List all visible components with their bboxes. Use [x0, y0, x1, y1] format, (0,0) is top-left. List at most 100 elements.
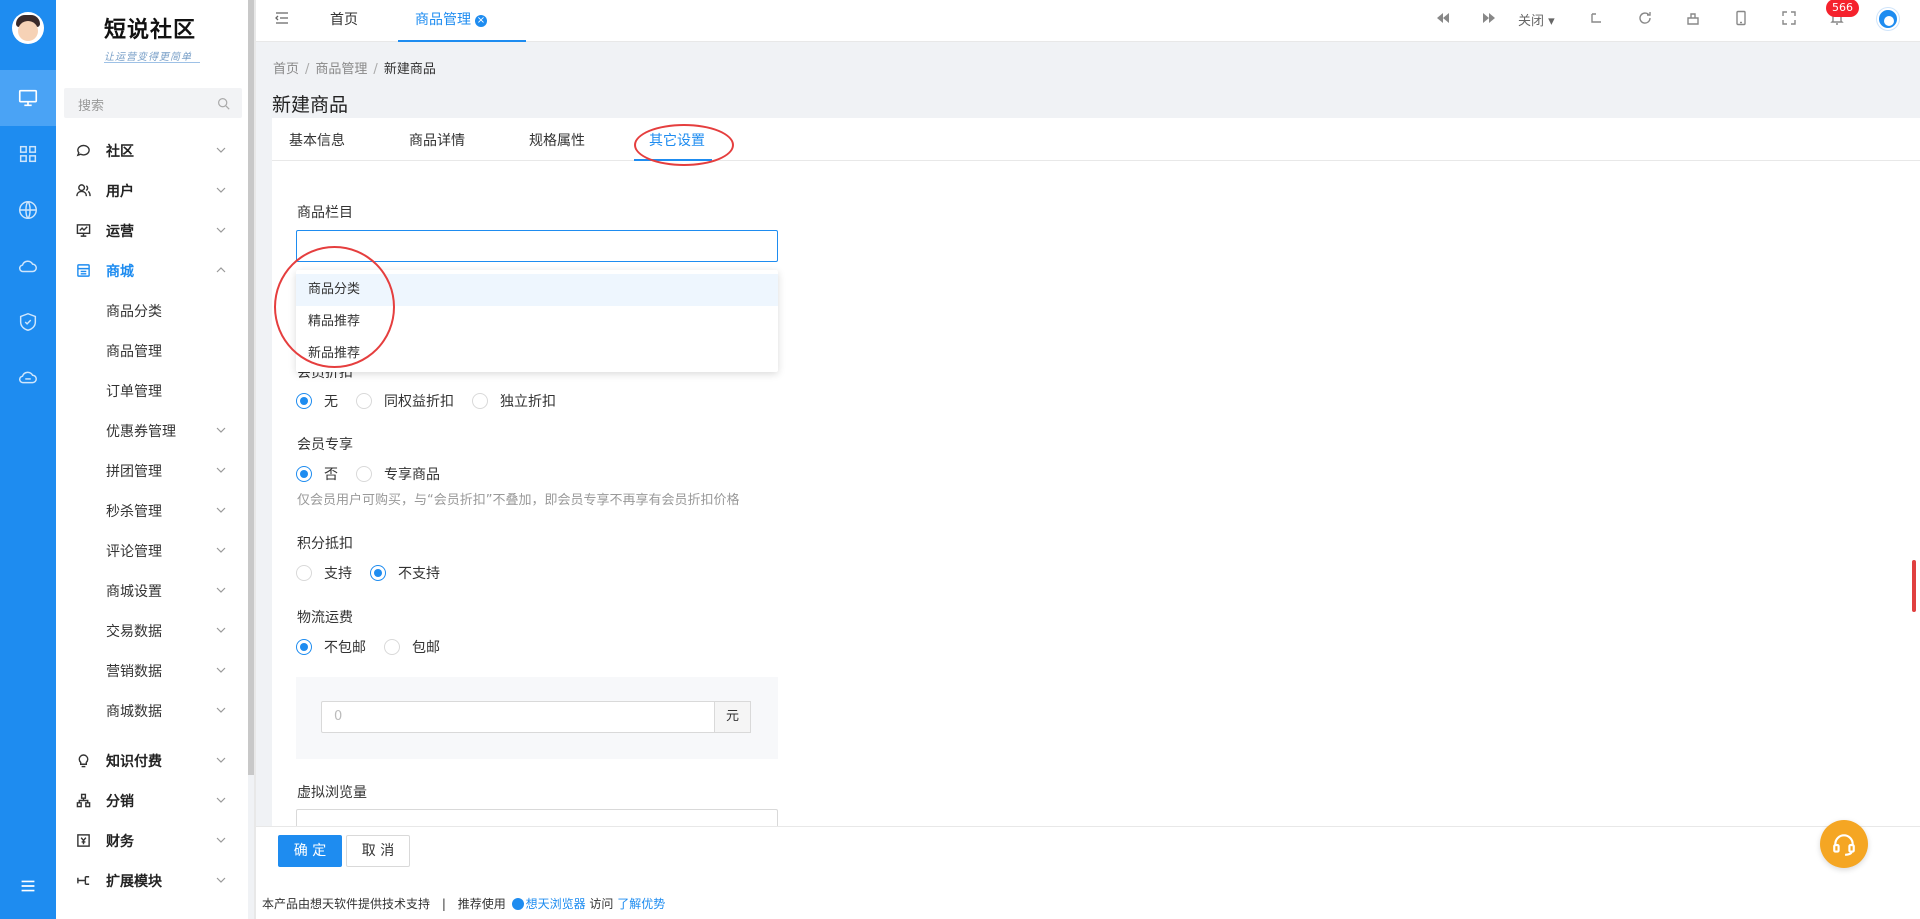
breadcrumb-parent[interactable]: 商品管理	[315, 62, 367, 77]
shipping-fee-input[interactable]: 0	[321, 701, 715, 733]
sidebar-sub-label: 评论管理	[106, 544, 162, 560]
customer-service-button[interactable]	[1820, 820, 1868, 868]
confirm-button[interactable]: 确 定	[278, 835, 342, 867]
radio-exclusive[interactable]	[356, 466, 372, 482]
virtual-views-input[interactable]	[296, 809, 778, 826]
tab-label: 商品管理	[415, 12, 471, 28]
shipping-fee-panel: 0 元	[296, 677, 778, 759]
radio-free-shipping[interactable]	[384, 639, 400, 655]
sidebar-sub-groupbuy[interactable]: 拼团管理	[56, 450, 248, 490]
sidebar-item-label: 商城	[106, 264, 134, 280]
cancel-button[interactable]: 取 消	[346, 835, 410, 867]
users-icon	[76, 184, 91, 197]
sidebar-sub-shop-data[interactable]: 商城数据	[56, 690, 248, 730]
tab-product-detail[interactable]: 商品详情	[409, 130, 465, 150]
sidebar-sub-label: 商品分类	[106, 304, 162, 320]
menu-toggle-icon[interactable]	[0, 858, 56, 914]
globe-icon[interactable]	[0, 182, 56, 238]
sidebar-sub-label: 拼团管理	[106, 464, 162, 480]
sidebar-sub-flashsale[interactable]: 秒杀管理	[56, 490, 248, 530]
member-exclusive-help: 仅会员用户可购买，与“会员折扣”不叠加，即会员专享不再享有会员折扣价格	[297, 493, 740, 508]
sidebar-item-label: 分销	[106, 794, 134, 810]
footer-text-3: 访问	[589, 897, 614, 911]
radio-support[interactable]	[296, 565, 312, 581]
sidebar-item-finance[interactable]: 财务	[56, 820, 248, 860]
mobile-icon[interactable]	[1733, 10, 1749, 26]
cloud-icon[interactable]	[0, 238, 56, 294]
annotation-circle	[274, 246, 395, 368]
apps-grid-icon[interactable]	[0, 126, 56, 182]
radio-not-support[interactable]	[370, 565, 386, 581]
chevron-down-icon	[216, 147, 226, 153]
sidebar-sub-coupons[interactable]: 优惠券管理	[56, 410, 248, 450]
browser-link[interactable]: 想天浏览器	[526, 897, 586, 911]
sidebar-sub-reviews[interactable]: 评论管理	[56, 530, 248, 570]
cloud-server-icon[interactable]	[0, 350, 56, 406]
monitor-icon[interactable]	[0, 70, 56, 126]
sidebar-sub-label: 秒杀管理	[106, 504, 162, 520]
browser-logo-icon	[511, 898, 524, 910]
refresh-icon[interactable]	[1637, 10, 1653, 26]
user-avatar[interactable]	[12, 12, 44, 44]
radio-none[interactable]	[296, 393, 312, 409]
sidebar-item-users[interactable]: 用户	[56, 170, 248, 210]
radio-no[interactable]	[296, 466, 312, 482]
sidebar-sub-label: 商城数据	[106, 704, 162, 720]
sidebar-item-label: 财务	[106, 834, 134, 850]
sidebar-item-knowledge[interactable]: 知识付费	[56, 740, 248, 780]
breadcrumb-separator: /	[373, 62, 378, 77]
chat-icon	[76, 144, 90, 157]
undo-icon[interactable]	[1589, 10, 1605, 26]
chevron-down-icon	[216, 757, 226, 763]
close-tabs-dropdown[interactable]: 关闭 ▾	[1518, 10, 1555, 29]
sidebar-item-community[interactable]: 社区	[56, 130, 248, 170]
sidebar-sub-marketing-data[interactable]: 营销数据	[56, 650, 248, 690]
action-bar: 确 定 取 消	[256, 826, 1920, 884]
sidebar-item-label: 用户	[106, 184, 134, 200]
sidebar-sub-products[interactable]: 商品管理	[56, 330, 248, 370]
sidebar-sub-orders[interactable]: 订单管理	[56, 370, 248, 410]
notification-badge: 566	[1826, 0, 1859, 17]
close-tab-icon[interactable]: ×	[475, 15, 487, 27]
page-scroll-indicator[interactable]	[1912, 560, 1916, 612]
breadcrumb: 首页 / 商品管理 / 新建商品	[273, 58, 436, 77]
chevron-down-icon	[216, 837, 226, 843]
radio-label: 专享商品	[384, 467, 440, 483]
radio-independent-discount[interactable]	[472, 393, 488, 409]
chevron-up-icon	[216, 267, 226, 273]
sidebar-sub-shop-settings[interactable]: 商城设置	[56, 570, 248, 610]
rewind-icon[interactable]	[1435, 10, 1451, 26]
tab-spec-attributes[interactable]: 规格属性	[529, 130, 585, 150]
sidebar-item-shop[interactable]: 商城	[56, 250, 248, 290]
extension-icon	[77, 876, 90, 885]
sidebar-sub-label: 交易数据	[106, 624, 162, 640]
breadcrumb-home[interactable]: 首页	[273, 62, 299, 77]
sidebar-search-input[interactable]: 搜索	[64, 88, 242, 118]
tab-basic-info[interactable]: 基本信息	[289, 130, 345, 150]
sidebar-sub-category[interactable]: 商品分类	[56, 290, 248, 330]
sidebar-sub-trade-data[interactable]: 交易数据	[56, 610, 248, 650]
radio-same-discount[interactable]	[356, 393, 372, 409]
sidebar-item-distribution[interactable]: 分销	[56, 780, 248, 820]
collapse-menu-icon[interactable]	[274, 10, 290, 26]
radio-label: 不包邮	[324, 640, 366, 656]
chevron-down-icon	[216, 467, 226, 473]
forward-icon[interactable]	[1481, 10, 1497, 26]
cleanup-icon[interactable]	[1685, 10, 1701, 26]
tab-label: 首页	[330, 12, 358, 28]
sidebar-item-label: 扩展模块	[106, 874, 162, 890]
radio-not-free-shipping[interactable]	[296, 639, 312, 655]
sidebar-item-extensions[interactable]: 扩展模块	[56, 860, 248, 900]
shipping-fee-placeholder: 0	[334, 709, 343, 724]
sidebar: 短说社区 让运营变得更简单 搜索 社区 用户 运营 商城 商品分类 商品管理 订…	[56, 0, 248, 919]
logo-underline	[104, 62, 200, 63]
tab-home[interactable]: 首页	[330, 0, 358, 42]
radio-label: 否	[324, 467, 338, 483]
top-avatar[interactable]	[1877, 8, 1899, 30]
shield-icon[interactable]	[0, 294, 56, 350]
tab-product-management[interactable]: 商品管理 ×	[398, 0, 526, 42]
fullscreen-icon[interactable]	[1781, 10, 1797, 26]
chevron-down-icon	[216, 587, 226, 593]
sidebar-item-operation[interactable]: 运营	[56, 210, 248, 250]
learn-more-link[interactable]: 了解优势	[617, 897, 665, 911]
